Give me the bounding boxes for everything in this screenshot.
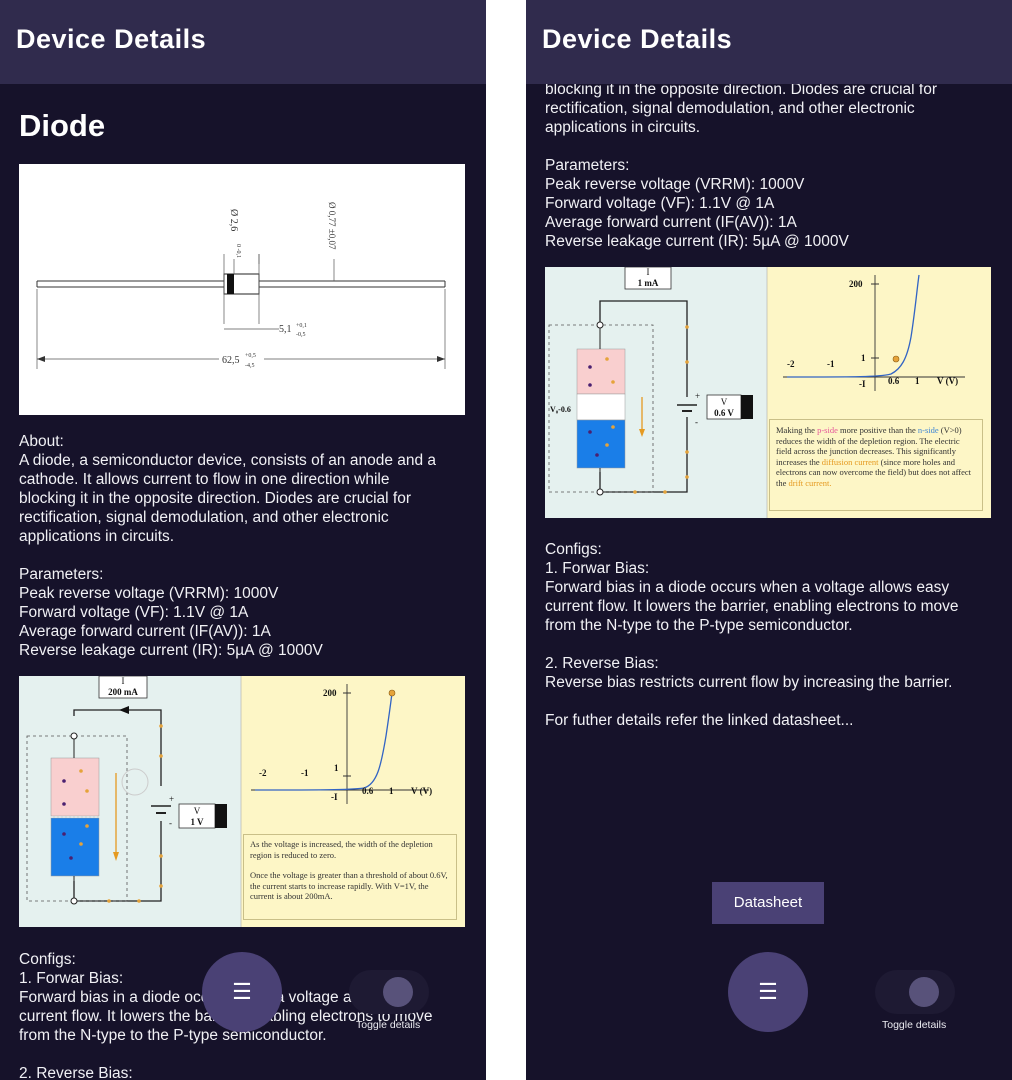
- source-value: 1 V: [190, 817, 204, 827]
- menu-icon: ☰: [232, 979, 252, 1004]
- graph-x-m1: -1: [827, 359, 835, 369]
- about-section-continued: blocking it in the opposite direction. D…: [545, 80, 995, 251]
- dim-top1-tol: 0 -0,1: [235, 244, 241, 258]
- about-line: rectification, signal demodulation, and …: [545, 100, 915, 117]
- svg-text:-: -: [169, 818, 172, 828]
- meter-label: I: [647, 267, 650, 277]
- app-bar: Device Details: [0, 0, 486, 84]
- toggle-details-switch[interactable]: [875, 970, 955, 1014]
- device-title: Diode: [19, 108, 106, 143]
- datasheet-hint: For futher details refer the linked data…: [545, 712, 854, 729]
- toggle-knob[interactable]: [909, 977, 939, 1007]
- forward-bias-diagram-image: I 200 mA + - V 1 V 200 1 -2 -1 -I 0.6 1 …: [19, 676, 465, 927]
- graph-x-i0: -I: [859, 379, 866, 389]
- dim-total-tol-minus: -4,5: [245, 363, 255, 369]
- phone-screen-left: Device Details Diode 5,1 +0,1 -0,5 62,5 …: [0, 0, 486, 1080]
- source-value: 0.6 V: [714, 408, 734, 418]
- config-title: 2. Reverse Bias:: [545, 655, 659, 672]
- config-line: Reverse bias restricts current flow by i…: [545, 674, 953, 691]
- graph-x-i0: -I: [331, 792, 338, 802]
- note-highlight-p: p-side: [817, 425, 838, 435]
- graph-x-06: 0.6: [888, 376, 900, 386]
- svg-text:+: +: [695, 391, 700, 401]
- dim-mid-tol-plus: +0,1: [296, 323, 307, 329]
- side-voltage-label: V₀-0.6: [550, 405, 571, 414]
- about-section: About: A diode, a semiconductor device, …: [19, 432, 469, 660]
- meter-value: 200 mA: [108, 687, 138, 697]
- dim-total-text: 62,5: [222, 355, 240, 366]
- about-line: rectification, signal demodulation, and …: [19, 509, 389, 526]
- parameter-item: Reverse leakage current (IR): 5µA @ 1000…: [545, 233, 849, 250]
- source-label: V: [721, 397, 728, 407]
- about-line: blocking it in the opposite direction. D…: [19, 490, 412, 507]
- svg-text:-: -: [695, 417, 698, 427]
- graph-x-m2: -2: [787, 359, 795, 369]
- menu-button[interactable]: ☰: [202, 952, 282, 1032]
- parameter-item: Average forward current (IF(AV)): 1A: [545, 214, 797, 231]
- dim-total-tol-plus: +0,5: [245, 353, 256, 359]
- dim-mid-text: 5,1: [279, 324, 292, 335]
- toggle-details-label: Toggle details: [882, 1019, 947, 1031]
- app-bar: Device Details: [526, 0, 1012, 84]
- note-highlight-drift: drift current.: [788, 477, 832, 488]
- graph-x-axis: V (V): [411, 786, 432, 796]
- toggle-knob[interactable]: [383, 977, 413, 1007]
- parameter-item: Peak reverse voltage (VRRM): 1000V: [545, 176, 805, 193]
- diagram-note: Making the p-side more positive than the…: [769, 419, 983, 511]
- dimension-drawing-image: 5,1 +0,1 -0,5 62,5 +0,5 -4,5 Ø 2,6 0 -0,…: [19, 164, 465, 415]
- app-title: Device Details: [542, 24, 733, 54]
- menu-button[interactable]: ☰: [728, 952, 808, 1032]
- note-paragraph: Once the voltage is greater than a thres…: [250, 870, 448, 901]
- svg-text:+: +: [169, 794, 174, 804]
- graph-y-one: 1: [334, 763, 339, 773]
- configs-heading: Configs:: [545, 541, 602, 558]
- graph-y-top: 200: [849, 279, 863, 289]
- note-paragraph: As the voltage is increased, the width o…: [250, 839, 433, 860]
- graph-x-1: 1: [389, 786, 394, 796]
- parameter-item: Average forward current (IF(AV)): 1A: [19, 623, 271, 640]
- note-highlight-diffusion: diffusion current: [821, 456, 879, 467]
- parameter-item: Forward voltage (VF): 1.1V @ 1A: [19, 604, 249, 621]
- config-title: 2. Reverse Bias:: [19, 1065, 133, 1080]
- note-text: Making the: [776, 425, 815, 435]
- dim-top1-text: Ø 2,6: [228, 209, 239, 231]
- configs-section: Configs: 1. Forwar Bias: Forward bias in…: [545, 540, 995, 730]
- meter-value: 1 mA: [638, 278, 659, 288]
- about-line: applications in circuits.: [19, 528, 175, 545]
- about-line: cathode. It allows current to flow in on…: [19, 471, 390, 488]
- graph-x-axis: V (V): [937, 376, 958, 386]
- about-heading: About:: [19, 433, 64, 450]
- parameter-item: Reverse leakage current (IR): 5µA @ 1000…: [19, 642, 323, 659]
- app-title: Device Details: [16, 24, 207, 54]
- graph-y-one: 1: [861, 353, 866, 363]
- graph-x-06: 0.6: [362, 786, 374, 796]
- config-line: from the N-type to the P-type semiconduc…: [545, 617, 853, 634]
- graph-x-1: 1: [915, 376, 920, 386]
- config-line: Forward bias in a diode occurs when a vo…: [545, 579, 950, 596]
- menu-icon: ☰: [758, 979, 778, 1004]
- toggle-details-label: Toggle details: [356, 1019, 421, 1031]
- parameter-item: Forward voltage (VF): 1.1V @ 1A: [545, 195, 775, 212]
- parameters-heading: Parameters:: [545, 157, 630, 174]
- forward-bias-diagram-image: I 1 mA V₀-0.6 + - V 0.6 V 200 1 -2 -1 -I…: [545, 267, 991, 518]
- datasheet-button[interactable]: Datasheet: [712, 882, 824, 924]
- about-line: A diode, a semiconductor device, consist…: [19, 452, 437, 469]
- source-label: V: [194, 806, 201, 816]
- graph-x-m1: -1: [301, 768, 309, 778]
- parameter-item: Peak reverse voltage (VRRM): 1000V: [19, 585, 279, 602]
- dim-top2-text: Ø 0,77 ±0,07: [327, 202, 337, 250]
- note-text: more positive than the: [839, 425, 916, 435]
- graph-x-m2: -2: [259, 768, 267, 778]
- meter-label: I: [122, 676, 125, 686]
- config-title: 1. Forwar Bias:: [545, 560, 650, 577]
- diagram-note: As the voltage is increased, the width o…: [243, 834, 457, 920]
- about-line: applications in circuits.: [545, 119, 701, 136]
- toggle-details-switch[interactable]: [349, 970, 429, 1014]
- dim-mid-tol-minus: -0,5: [296, 332, 306, 338]
- graph-y-top: 200: [323, 688, 337, 698]
- parameters-heading: Parameters:: [19, 566, 104, 583]
- config-line: current flow. It lowers the barrier, ena…: [545, 598, 959, 615]
- note-highlight-n: n-side: [917, 425, 939, 435]
- phone-screen-right: Device Details blocking it in the opposi…: [526, 0, 1012, 1080]
